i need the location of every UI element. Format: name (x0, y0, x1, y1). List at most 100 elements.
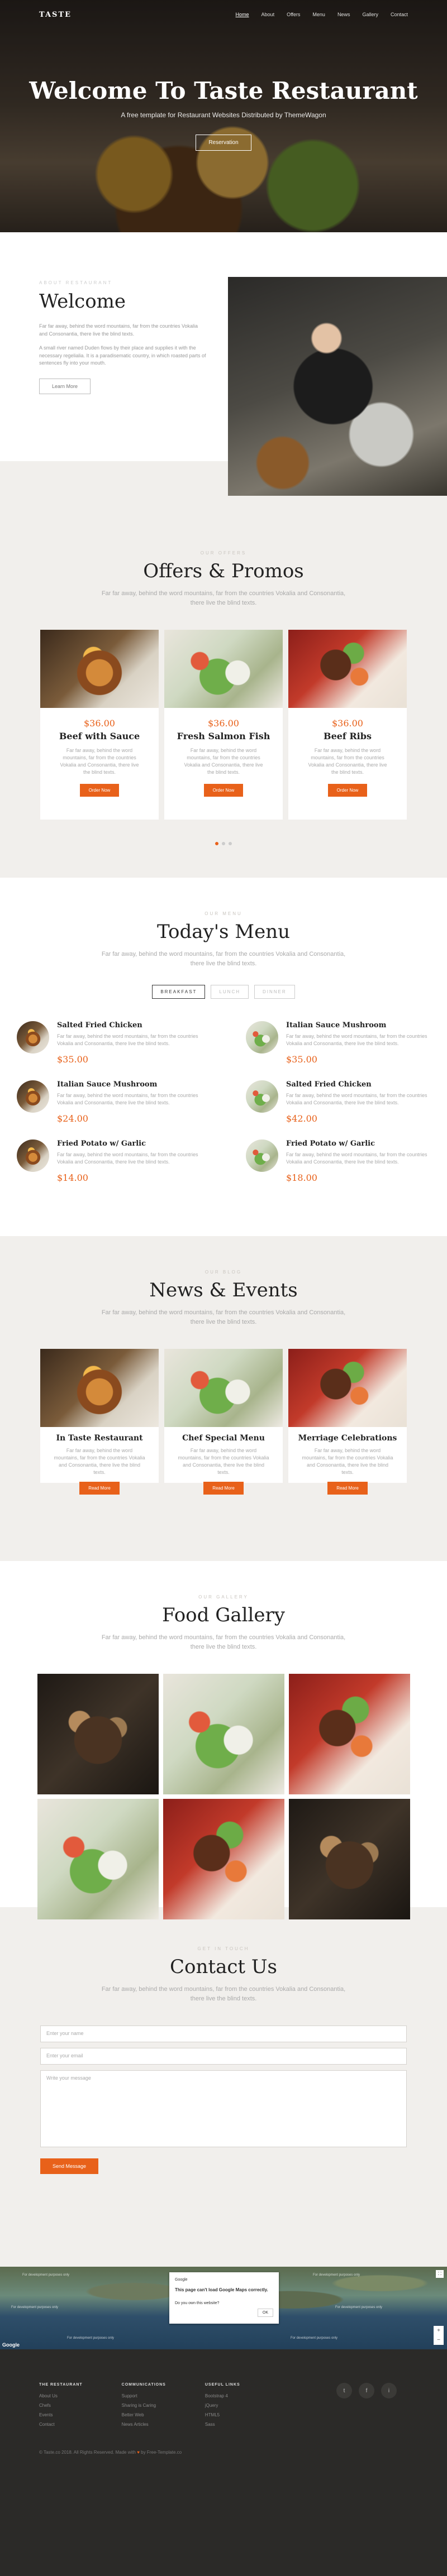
gallery-image[interactable] (37, 1674, 159, 1794)
news-card-desc: Far far away, behind the word mountains,… (302, 1448, 393, 1476)
nav-item-offers[interactable]: Offers (287, 12, 300, 17)
news-cards: In Taste Restaurant Far far away, behind… (0, 1349, 447, 1495)
footer-link[interactable]: Bootstrap 4 (205, 2393, 240, 2398)
tab-lunch[interactable]: LUNCH (211, 985, 249, 999)
footer-link[interactable]: HTML5 (205, 2412, 240, 2417)
footer-link[interactable]: Sharing is Caring (122, 2403, 166, 2408)
menu-item-name: Italian Sauce Mushroom (57, 1080, 158, 1089)
welcome-paragraph: Far far away, behind the word mountains,… (39, 323, 198, 337)
copyright-text: © Taste.co 2018. All Rights Reserved. Ma… (39, 2450, 136, 2455)
tab-breakfast[interactable]: BREAKFAST (152, 985, 206, 999)
name-field[interactable]: Enter your name (40, 2026, 407, 2042)
footer-link[interactable]: Chefs (39, 2403, 83, 2408)
menu-item-name: Fried Potato w/ Garlic (57, 1139, 146, 1148)
nav-item-menu[interactable]: Menu (312, 12, 325, 17)
read-more-button[interactable]: Read More (79, 1482, 120, 1495)
offers-head: OUR OFFERS Offers & Promos Far far away,… (0, 550, 447, 607)
news-image[interactable] (164, 1349, 283, 1427)
gallery-image[interactable] (288, 1799, 410, 1919)
gallery-image[interactable] (163, 1674, 284, 1794)
brand-logo[interactable]: TASTE (39, 11, 72, 19)
nav-item-about[interactable]: About (261, 12, 275, 17)
news-head: OUR BLOG News & Events Far far away, beh… (0, 1270, 447, 1327)
facebook-icon[interactable]: f (359, 2383, 374, 2398)
menu-item: Italian Sauce Mushroom Far far away, beh… (246, 1021, 430, 1065)
menu-item-desc: Far far away, behind the word mountains,… (286, 1152, 427, 1165)
offer-card: $36.00 Beef with Sauce Far far away, beh… (40, 630, 159, 820)
footer-link[interactable]: jQuery (205, 2403, 240, 2408)
offer-name: Fresh Salmon Fish (177, 731, 270, 741)
nav-item-contact[interactable]: Contact (391, 12, 408, 17)
welcome-paragraph: A small river named Duden flows by their… (39, 345, 206, 366)
instagram-icon[interactable]: i (381, 2383, 397, 2398)
carousel-dot[interactable] (229, 842, 232, 845)
message-field[interactable]: Write your message (40, 2070, 407, 2147)
news-image[interactable] (40, 1349, 159, 1427)
news-card-desc: Far far away, behind the word mountains,… (178, 1448, 269, 1476)
zoom-controls[interactable]: + − (434, 2326, 444, 2345)
map-error-title: This page can't load Google Maps correct… (175, 2287, 268, 2292)
nav-item-news[interactable]: News (337, 12, 350, 17)
footer-column: THE RESTAURANT About Us Chefs Events Con… (39, 2383, 83, 2431)
tab-dinner[interactable]: DINNER (254, 985, 295, 999)
carousel-dot[interactable] (215, 842, 218, 845)
carousel-dot[interactable] (222, 842, 225, 845)
news-image[interactable] (288, 1349, 407, 1427)
ok-button[interactable]: OK (257, 2309, 273, 2317)
news-card-title[interactable]: Merriage Celebrations (288, 1434, 407, 1443)
offer-name: Beef with Sauce (59, 731, 140, 741)
footer-link[interactable]: Events (39, 2412, 83, 2417)
offers-title: Offers & Promos (143, 560, 304, 582)
footer-link[interactable]: Sass (205, 2422, 240, 2427)
order-now-button[interactable]: Order Now (79, 784, 120, 797)
menu-item-price: $18.00 (286, 1172, 317, 1184)
copyright: © Taste.co 2018. All Rights Reserved. Ma… (39, 2450, 182, 2455)
hero: TASTE Home About Offers Menu News Galler… (0, 0, 447, 232)
read-more-button[interactable]: Read More (327, 1482, 368, 1495)
dev-watermark: For development purposes only (11, 2306, 59, 2309)
offers-kicker: OUR OFFERS (200, 550, 247, 556)
contact-section: GET IN TOUCH Contact Us Far far away, be… (0, 1907, 447, 2267)
footer-column-title: THE RESTAURANT (39, 2383, 83, 2387)
learn-more-button[interactable]: Learn More (39, 378, 91, 394)
menu-item-desc: Far far away, behind the word mountains,… (57, 1093, 198, 1106)
footer-link[interactable]: Contact (39, 2422, 83, 2427)
chef-photo (228, 277, 447, 496)
menu-item-thumb (246, 1021, 278, 1054)
menu-item-price: $24.00 (57, 1113, 88, 1124)
email-field[interactable]: Enter your email (40, 2048, 407, 2065)
news-card-title[interactable]: In Taste Restaurant (40, 1434, 159, 1443)
google-logo-text: Google (175, 2278, 188, 2282)
gallery-image[interactable] (163, 1799, 284, 1919)
send-message-button[interactable]: Send Message (40, 2158, 99, 2174)
nav-item-gallery[interactable]: Gallery (362, 12, 378, 17)
footer-column: COMMUNICATIONS Support Sharing is Caring… (122, 2383, 166, 2431)
offer-price: $36.00 (332, 718, 363, 729)
order-now-button[interactable]: Order Now (327, 784, 368, 797)
footer-column: USEFUL LINKS Bootstrap 4 jQuery HTML5 Sa… (205, 2383, 240, 2431)
news-desc: Far far away, behind the word mountains,… (101, 1309, 346, 1325)
footer-link[interactable]: Better Web (122, 2412, 166, 2417)
contact-kicker: GET IN TOUCH (197, 1946, 250, 1951)
reservation-button[interactable]: Reservation (196, 135, 251, 151)
footer-link[interactable]: Support (122, 2393, 166, 2398)
menu-kicker: OUR MENU (205, 911, 242, 916)
nav-item-home[interactable]: Home (236, 12, 249, 17)
copyright-credit[interactable]: by Free-Template.co (141, 2450, 182, 2455)
gallery-image[interactable] (288, 1674, 410, 1794)
fullscreen-icon[interactable]: ⛶ (436, 2270, 444, 2278)
offer-name: Beef Ribs (324, 731, 372, 741)
news-card-title[interactable]: Chef Special Menu (164, 1434, 283, 1443)
offer-card: $36.00 Fresh Salmon Fish Far far away, b… (164, 630, 283, 820)
footer-link[interactable]: News Articles (122, 2422, 166, 2427)
read-more-button[interactable]: Read More (203, 1482, 244, 1495)
twitter-icon[interactable]: t (336, 2383, 352, 2398)
menu-item-name: Salted Fried Chicken (57, 1021, 142, 1030)
google-map[interactable]: For development purposes only For develo… (0, 2267, 447, 2349)
contact-form: Enter your name Enter your email Write y… (40, 2026, 407, 2174)
footer-link[interactable]: About Us (39, 2393, 83, 2398)
gallery-image[interactable] (37, 1799, 159, 1919)
order-now-button[interactable]: Order Now (203, 784, 244, 797)
google-logo[interactable]: Google (2, 2342, 20, 2348)
gallery-desc: Far far away, behind the word mountains,… (101, 1634, 346, 1650)
